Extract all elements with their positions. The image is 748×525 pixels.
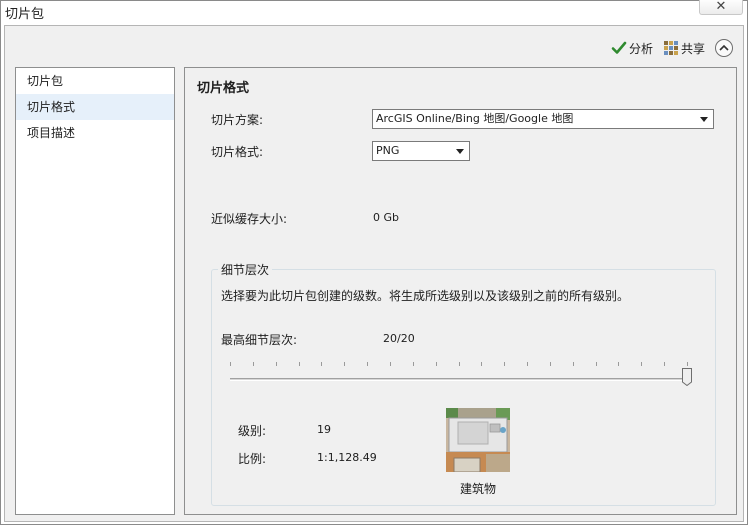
slider-tick	[550, 362, 551, 366]
slider-tick	[390, 362, 391, 366]
slider-tick	[527, 362, 528, 366]
scale-label: 比例:	[238, 452, 267, 466]
tile-format-select[interactable]: PNG	[372, 141, 470, 161]
slider-tick	[299, 362, 300, 366]
slider-tick	[413, 362, 414, 366]
share-button[interactable]: 共享	[663, 40, 705, 57]
share-icon	[663, 41, 678, 55]
collapse-button[interactable]	[715, 39, 733, 57]
dropdown-arrow-icon	[456, 149, 464, 154]
lod-slider-track[interactable]	[230, 378, 692, 381]
window-title: 切片包	[5, 7, 45, 22]
tile-format-value: PNG	[376, 144, 400, 157]
sidebar-item-label: 切片格式	[27, 100, 76, 114]
slider-tick	[367, 362, 368, 366]
analyze-label: 分析	[628, 41, 653, 56]
tiling-scheme-value: ArcGIS Online/Bing 地图/Google 地图	[376, 112, 574, 125]
slider-tick	[596, 362, 597, 366]
sidebar-item-label: 项目描述	[27, 126, 76, 140]
sidebar-item-item-description[interactable]: 项目描述	[16, 120, 174, 146]
slider-tick	[687, 362, 688, 366]
client-area: 分析 共享 切片包 切片格式 项目描述 切片格式 切片方案: ArcGIS On…	[4, 25, 744, 522]
slider-tick	[664, 362, 665, 366]
cache-size-value: 0 Gb	[373, 211, 400, 224]
slider-tick	[253, 362, 254, 366]
level-value: 19	[317, 423, 331, 436]
dialog-window: 切片包 ✕ 分析 共享 切片包 切片格式 项目描述 切片格式 切片方案: Arc…	[0, 0, 748, 525]
cache-size-label: 近似缓存大小:	[211, 212, 288, 226]
slider-tick	[504, 362, 505, 366]
tiling-scheme-select[interactable]: ArcGIS Online/Bing 地图/Google 地图	[372, 109, 714, 129]
close-button[interactable]: ✕	[699, 0, 743, 15]
slider-tick	[230, 362, 231, 366]
slider-tick	[276, 362, 277, 366]
slider-tick	[344, 362, 345, 366]
tile-preview-image	[446, 408, 510, 472]
max-lod-value: 20/20	[383, 332, 415, 345]
tiling-scheme-label: 切片方案:	[211, 113, 264, 127]
scale-value: 1:1,128.49	[317, 451, 377, 464]
share-label: 共享	[680, 41, 705, 56]
level-of-detail-group: 细节层次 选择要为此切片包创建的级数。将生成所选级别以及该级别之前的所有级别。 …	[211, 261, 716, 506]
toolbar: 分析 共享	[611, 36, 733, 60]
chevron-up-icon	[719, 44, 729, 51]
max-lod-label: 最高细节层次:	[221, 333, 298, 347]
check-icon	[611, 41, 627, 54]
title-bar: 切片包 ✕	[1, 0, 747, 23]
slider-tick	[321, 362, 322, 366]
slider-tick	[641, 362, 642, 366]
preview-caption: 建筑物	[460, 482, 497, 496]
slider-tick	[573, 362, 574, 366]
page-title: 切片格式	[197, 81, 250, 96]
tile-format-panel: 切片格式 切片方案: ArcGIS Online/Bing 地图/Google …	[184, 67, 737, 515]
tile-format-label: 切片格式:	[211, 145, 264, 159]
sidebar-item-label: 切片包	[27, 74, 64, 88]
lod-slider-thumb[interactable]	[682, 368, 692, 386]
level-label: 级别:	[238, 424, 267, 438]
lod-description: 选择要为此切片包创建的级数。将生成所选级别以及该级别之前的所有级别。	[221, 289, 630, 303]
slider-tick	[459, 362, 460, 366]
sidebar-item-tile-package[interactable]: 切片包	[16, 68, 174, 94]
dropdown-arrow-icon	[700, 117, 708, 122]
close-icon: ✕	[715, 0, 727, 14]
sidebar: 切片包 切片格式 项目描述	[15, 67, 175, 515]
slider-tick	[618, 362, 619, 366]
slider-tick	[436, 362, 437, 366]
analyze-button[interactable]: 分析	[611, 40, 653, 57]
sidebar-item-tile-format[interactable]: 切片格式	[16, 94, 174, 120]
lod-group-title: 细节层次	[218, 261, 273, 278]
slider-tick	[481, 362, 482, 366]
